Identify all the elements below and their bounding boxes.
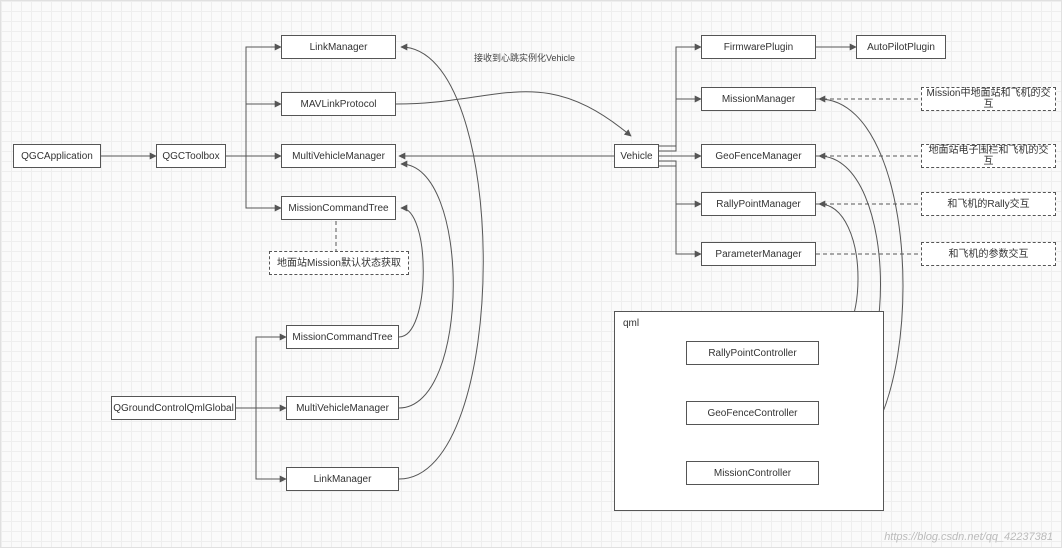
note-rally: 和飞机的Rally交互: [921, 192, 1056, 216]
node-multivehiclemanager-2[interactable]: MultiVehicleManager: [286, 396, 399, 420]
note-missionstate: 地面站Mission默认状态获取: [269, 251, 409, 275]
note-mission: Mission中地面站和飞机的交互: [921, 87, 1056, 111]
note-param: 和飞机的参数交互: [921, 242, 1056, 266]
container-qml-label: qml: [623, 318, 639, 329]
note-geofence: 地面站电子围栏和飞机的交互: [921, 144, 1056, 168]
node-vehicle[interactable]: Vehicle: [614, 144, 659, 168]
node-missioncommandtree-2[interactable]: MissionCommandTree: [286, 325, 399, 349]
node-rallypointcontroller[interactable]: RallyPointController: [686, 341, 819, 365]
edges-layer: [1, 1, 1062, 548]
node-linkmanager-1[interactable]: LinkManager: [281, 35, 396, 59]
node-parametermanager[interactable]: ParameterManager: [701, 242, 816, 266]
node-multivehiclemanager-1[interactable]: MultiVehicleManager: [281, 144, 396, 168]
node-missioncommandtree-1[interactable]: MissionCommandTree: [281, 196, 396, 220]
node-missioncontroller[interactable]: MissionController: [686, 461, 819, 485]
edge-label-heartbeat: 接收到心跳实例化Vehicle: [474, 51, 575, 64]
node-mavlinkprotocol[interactable]: MAVLinkProtocol: [281, 92, 396, 116]
node-missionmanager[interactable]: MissionManager: [701, 87, 816, 111]
node-geofencemanager[interactable]: GeoFenceManager: [701, 144, 816, 168]
node-qgctoolbox[interactable]: QGCToolbox: [156, 144, 226, 168]
node-rallypointmanager[interactable]: RallyPointManager: [701, 192, 816, 216]
watermark: https://blog.csdn.net/qq_42237381: [884, 531, 1053, 543]
node-firmwareplugin[interactable]: FirmwarePlugin: [701, 35, 816, 59]
node-qgroundcontrolqmlglobal[interactable]: QGroundControlQmlGlobal: [111, 396, 236, 420]
node-qgcapplication[interactable]: QGCApplication: [13, 144, 101, 168]
diagram-canvas: QGCApplication QGCToolbox LinkManager MA…: [0, 0, 1062, 548]
node-autopilotplugin[interactable]: AutoPilotPlugin: [856, 35, 946, 59]
node-geofencecontroller[interactable]: GeoFenceController: [686, 401, 819, 425]
node-linkmanager-2[interactable]: LinkManager: [286, 467, 399, 491]
